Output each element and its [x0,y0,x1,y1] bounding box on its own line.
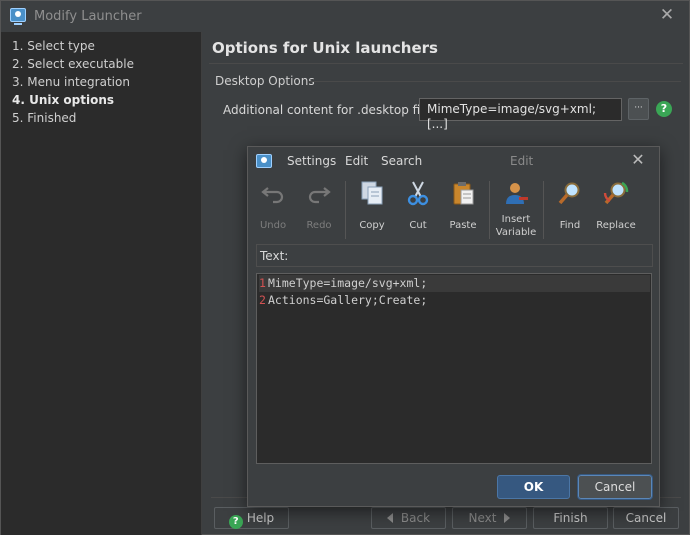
redo-button[interactable]: Redo [294,179,344,231]
redo-icon [308,187,331,204]
next-button[interactable]: Next [452,507,527,529]
back-arrow-icon [386,513,393,523]
copy-button[interactable]: Copy [347,179,397,231]
step-select-type[interactable]: 1. Select type [12,39,95,53]
cut-label: Cut [409,220,427,231]
line-number: 1 [259,276,266,290]
help-icon[interactable]: ? [656,101,672,117]
next-button-label: Next [468,511,497,525]
copy-label: Copy [359,220,385,231]
dialog-title: Edit [510,154,534,168]
dialog-cancel-button[interactable]: Cancel [577,474,653,500]
copy-icon [361,181,383,205]
editor-line: 2 Actions=Gallery;Create; [259,292,650,309]
text-label-bar [256,244,653,267]
title-bar: Modify Launcher ✕ [1,1,689,32]
find-label: Find [559,220,581,231]
paste-label: Paste [449,220,477,231]
replace-button[interactable]: Replace [591,179,641,231]
scissors-icon [407,181,429,206]
ok-button[interactable]: OK [497,475,570,499]
help-button-icon: ? [228,515,243,529]
heading-divider [209,63,683,64]
wizard-cancel-button[interactable]: Cancel [613,507,679,529]
dialog-close-icon[interactable]: ✕ [628,150,648,170]
step-finished[interactable]: 5. Finished [12,111,76,125]
next-arrow-icon [504,513,511,523]
edit-dialog: Settings Edit Search Edit ✕ Undo Redo Co… [247,146,660,507]
clipboard-icon [453,182,474,205]
menu-settings[interactable]: Settings [287,154,336,168]
monitor-app-icon [10,8,26,25]
find-button[interactable]: Find [545,179,595,231]
line-text: MimeType=image/svg+xml; [268,276,428,290]
wizard-steps-sidebar: 1. Select type 2. Select executable 3. M… [1,32,202,535]
group-divider [309,81,681,82]
replace-icon [603,181,629,205]
desktop-content-field[interactable]: MimeType=image/svg+xml; [...] [419,98,622,131]
toolbar-separator [543,181,544,239]
step-menu-integration[interactable]: 3. Menu integration [12,75,130,89]
finish-button[interactable]: Finish [533,507,608,529]
menu-search[interactable]: Search [381,154,422,168]
paste-button[interactable]: Paste [438,179,488,231]
toolbar-separator [489,181,490,239]
toolbar-separator [345,181,346,239]
editor-line: 1 MimeType=image/svg+xml; [259,275,650,292]
text-label: Text: [260,249,289,263]
monitor-app-icon [256,154,272,168]
help-button[interactable]: ? Help [214,507,289,529]
menu-edit[interactable]: Edit [345,154,368,168]
desktop-options-group-label: Desktop Options [215,74,315,88]
step-unix-options[interactable]: 4. Unix options [12,93,114,107]
replace-label: Replace [596,220,636,231]
undo-icon [261,187,284,204]
insert-variable-button[interactable]: Insert Variable [491,179,541,238]
undo-button[interactable]: Undo [248,179,298,231]
line-text: Actions=Gallery;Create; [268,293,428,307]
back-button-label: Back [400,511,431,525]
line-number: 2 [259,293,266,307]
step-select-executable[interactable]: 2. Select executable [12,57,134,71]
cut-button[interactable]: Cut [393,179,443,231]
undo-label: Undo [259,220,287,231]
help-button-label: Help [246,511,275,525]
edit-content-button[interactable]: ··· [628,98,649,120]
back-button[interactable]: Back [371,507,446,529]
magnifier-icon [558,182,580,205]
desktop-content-label: Additional content for .desktop file: [223,103,435,117]
insert-variable-label: Insert Variable [495,214,537,238]
redo-label: Redo [306,220,332,231]
window-close-icon[interactable]: ✕ [657,5,677,25]
person-icon [506,183,528,204]
page-title: Options for Unix launchers [212,39,438,57]
window-title: Modify Launcher [34,9,142,24]
text-editor[interactable]: 1 MimeType=image/svg+xml; 2 Actions=Galler… [256,273,652,464]
